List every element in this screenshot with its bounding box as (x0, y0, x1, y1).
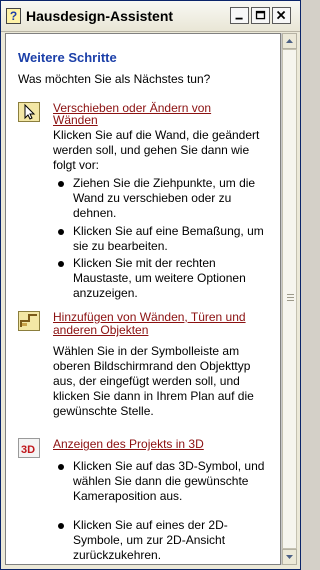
cursor-icon[interactable] (18, 102, 40, 122)
minimize-button[interactable] (230, 7, 249, 24)
arrow-down-icon (286, 555, 293, 559)
section-add-walls-text: Wählen Sie in der Symbolleiste am oberen… (53, 344, 254, 418)
scroll-thumb[interactable] (282, 49, 297, 549)
close-icon (276, 10, 286, 20)
scroll-down-button[interactable] (282, 549, 297, 565)
grip-line (287, 300, 294, 301)
list-item: Klicken Sie auf eines der 2D-Symbole, um… (73, 518, 228, 562)
grip-line (287, 297, 294, 298)
close-button[interactable] (272, 7, 291, 24)
vertical-scrollbar[interactable] (281, 33, 297, 565)
list-item: Klicken Sie auf das 3D-Symbol, und wähle… (73, 459, 265, 503)
section-move-walls-text: Klicken Sie auf die Wand, die geändert w… (53, 128, 260, 172)
list-item: Klicken Sie auf eine Bemaßung, um sie zu… (73, 224, 264, 253)
arrow-up-icon (286, 39, 293, 43)
help-book-icon: ? (6, 8, 21, 24)
assistant-window: ? Hausdesign-Assistent Weitere Schritte … (0, 0, 301, 570)
link-add-walls-line2[interactable]: anderen Objekten (53, 324, 271, 337)
bullet (58, 464, 64, 470)
3d-icon-label: 3D (21, 444, 35, 456)
intro-text: Was möchten Sie als Nächstes tun? (18, 72, 211, 86)
page-title: Weitere Schritte (18, 50, 117, 65)
maximize-button[interactable] (251, 7, 270, 24)
window-title: Hausdesign-Assistent (26, 8, 174, 24)
maximize-icon (255, 10, 266, 20)
bullet (58, 181, 64, 187)
minimize-icon (235, 17, 243, 20)
list-item: Ziehen Sie die Ziehpunkte, um die Wand z… (73, 176, 256, 220)
link-move-walls-line2[interactable]: Wänden (53, 114, 271, 127)
add-wall-icon[interactable] (18, 311, 40, 331)
assistant-content: Weitere Schritte Was möchten Sie als Näc… (5, 33, 281, 565)
link-view-3d[interactable]: Anzeigen des Projekts in 3D (53, 438, 271, 451)
bullet (58, 261, 64, 267)
list-item: Klicken Sie mit der rechten Maustaste, u… (73, 256, 246, 300)
bullet (58, 229, 64, 235)
grip-line (287, 294, 294, 295)
bullet (58, 523, 64, 529)
scroll-up-button[interactable] (282, 33, 297, 49)
3d-icon[interactable]: 3D (18, 438, 40, 458)
title-bar[interactable]: ? Hausdesign-Assistent (1, 1, 300, 32)
